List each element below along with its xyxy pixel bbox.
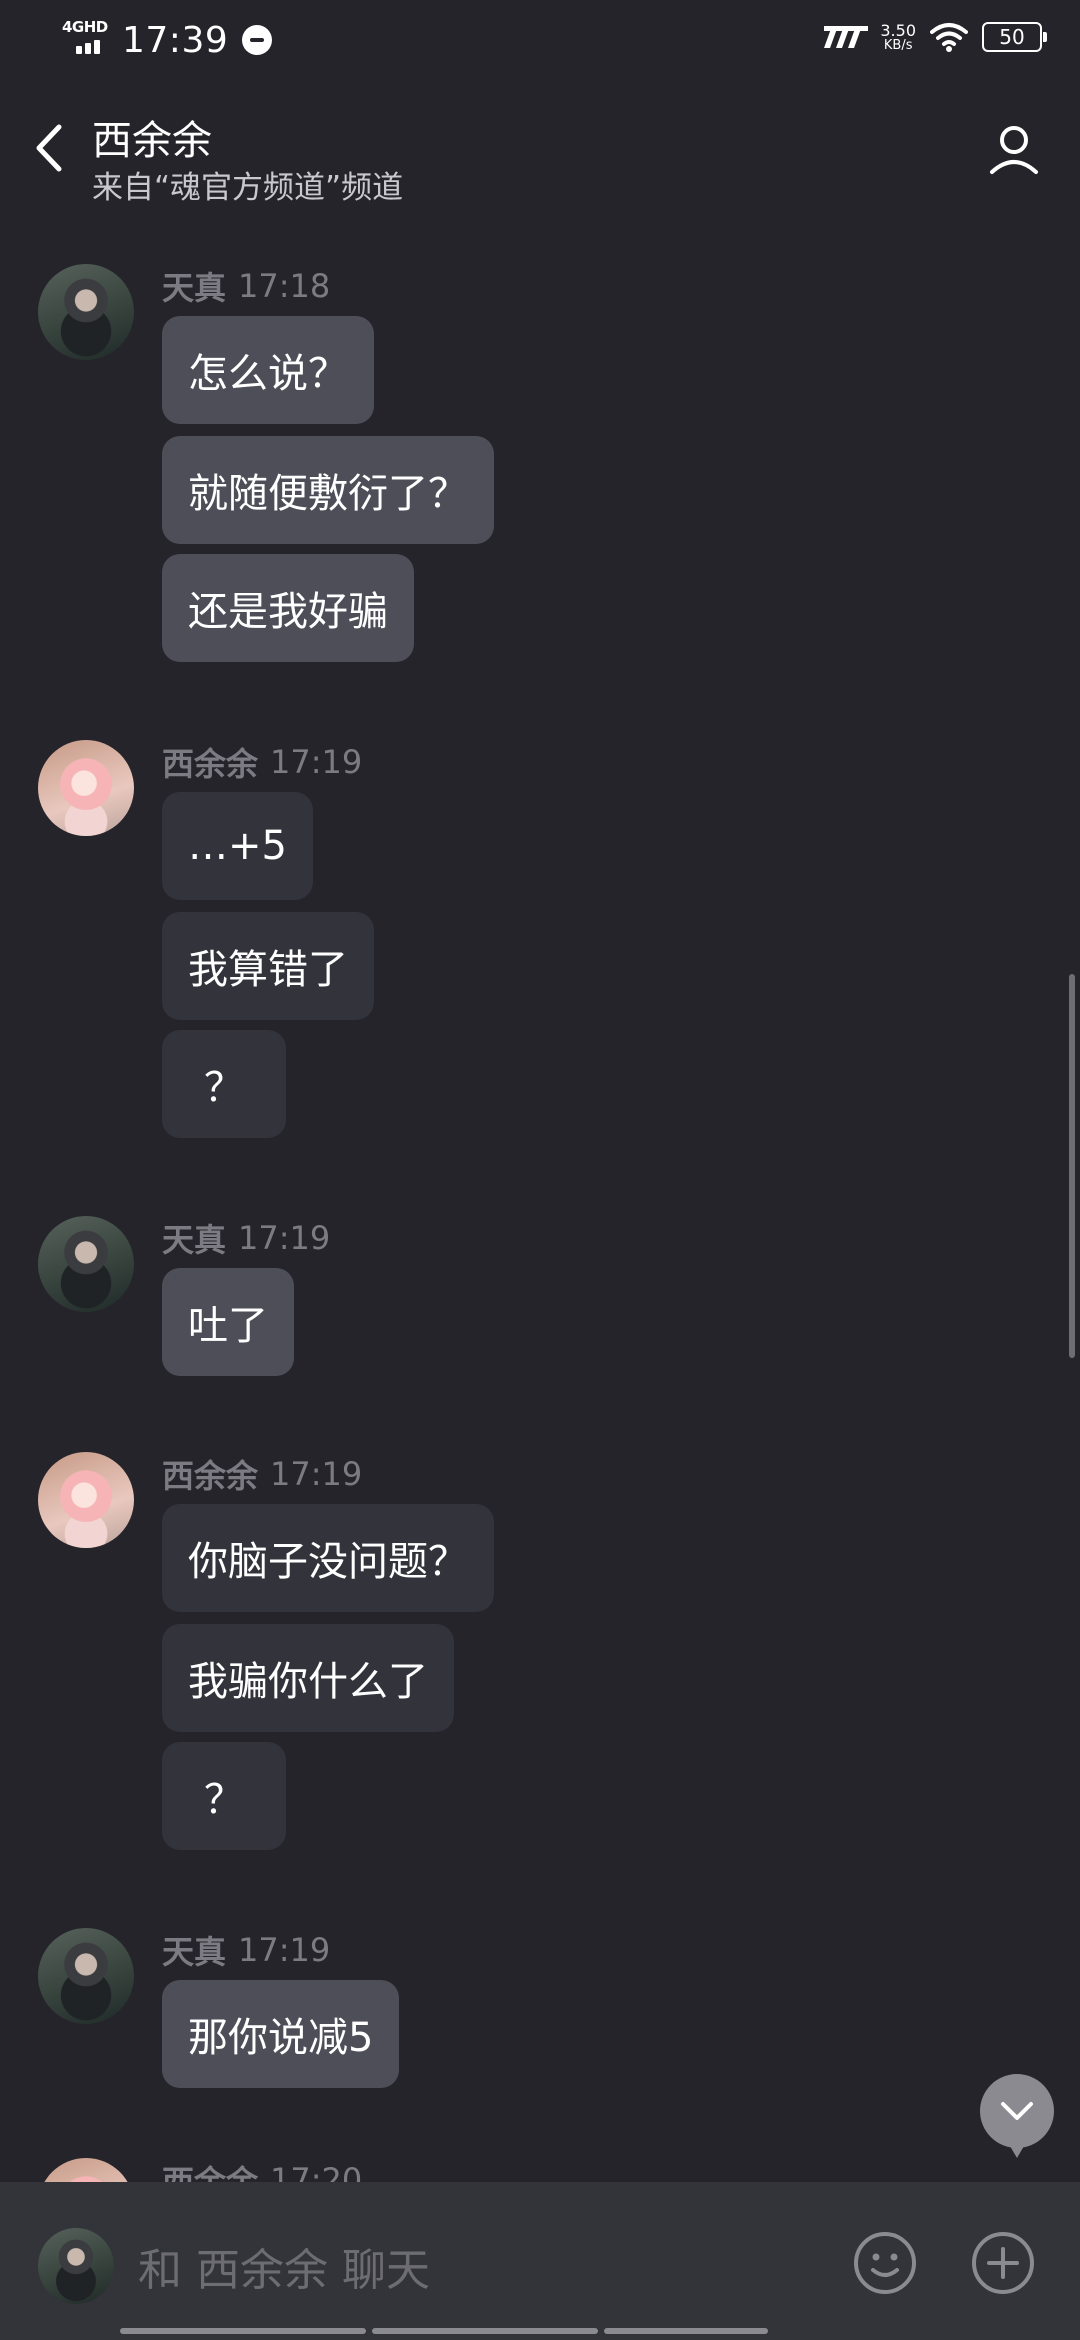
message-bubble[interactable]: 我骗你什么了	[162, 1624, 454, 1732]
gesture-bar	[120, 2328, 768, 2334]
page-title: 西余余	[92, 118, 212, 164]
sender-name: 天真	[162, 1221, 227, 1259]
message-input-placeholder: 和 西余余 聊天	[138, 2245, 430, 2296]
plus-circle-icon	[972, 2232, 1034, 2294]
battery-icon: 50	[982, 22, 1047, 52]
sender-line: 西余余 17:19	[162, 740, 362, 784]
message-bubble[interactable]: ？	[162, 1742, 286, 1850]
sender-name: 西余余	[162, 2163, 259, 2182]
sender-line: 天真 17:19	[162, 1216, 330, 1260]
message-time: 17:19	[270, 1455, 363, 1493]
battery-level: 50	[999, 25, 1025, 49]
message-time: 17:19	[238, 1931, 331, 1969]
speed-value: 3.50	[880, 20, 916, 40]
message-group: 天真 17:18 怎么说？ 就随便敷衍了？ 还是我好骗	[0, 264, 1000, 674]
chevron-left-icon	[36, 124, 62, 172]
message-bubble[interactable]: 怎么说？	[162, 316, 374, 424]
more-actions-button[interactable]	[970, 2230, 1036, 2296]
profile-button[interactable]	[986, 122, 1042, 178]
message-group: 天真 17:19 吐了	[0, 1216, 1000, 1390]
message-group: 西余余 17:20	[0, 2158, 1000, 2182]
message-bubble[interactable]: 就随便敷衍了？	[162, 436, 494, 544]
person-icon	[990, 126, 1038, 174]
message-bubble[interactable]: …+5	[162, 792, 313, 900]
message-time: 17:19	[238, 1219, 331, 1257]
smiley-icon	[854, 2232, 916, 2294]
status-left: 4GHD 17:39	[62, 18, 273, 62]
sender-line: 天真 17:18	[162, 264, 330, 308]
message-time: 17:19	[270, 743, 363, 781]
network-type: 4GHD	[62, 18, 108, 36]
sender-line: 西余余 17:20	[162, 2158, 362, 2182]
avatar[interactable]	[38, 264, 134, 360]
chat-header: 西余余 来自“魂官方频道”频道	[0, 84, 1080, 214]
message-bubble[interactable]: 吐了	[162, 1268, 294, 1376]
message-group: 西余余 17:19 …+5 我算错了 ？	[0, 740, 1000, 1150]
sender-name: 西余余	[162, 1457, 259, 1495]
wifi-icon	[930, 23, 968, 52]
cellular-signal-icon: 4GHD	[62, 18, 112, 62]
avatar[interactable]	[38, 1452, 134, 1548]
sender-name: 西余余	[162, 745, 259, 783]
scroll-to-bottom-button[interactable]	[980, 2074, 1054, 2158]
message-bubble[interactable]: 还是我好骗	[162, 554, 414, 662]
avatar[interactable]	[38, 1216, 134, 1312]
emoji-button[interactable]	[852, 2230, 918, 2296]
sender-name: 天真	[162, 269, 227, 307]
status-right: 3.50 KB/s 50	[822, 20, 1047, 53]
avatar[interactable]	[38, 2158, 134, 2182]
chevron-down-icon	[1001, 2102, 1033, 2120]
message-bubble[interactable]: ？	[162, 1030, 286, 1138]
sender-name: 天真	[162, 1933, 227, 1971]
avatar[interactable]	[38, 740, 134, 836]
scrollbar-thumb[interactable]	[1069, 974, 1075, 1358]
message-time: 17:18	[238, 267, 331, 305]
message-group: 天真 17:19 那你说减5	[0, 1928, 1000, 2102]
message-bubble[interactable]: 那你说减5	[162, 1980, 400, 2088]
message-composer: 和 西余余 聊天	[0, 2182, 1080, 2340]
network-speed: 3.50 KB/s	[880, 20, 916, 53]
speed-unit: KB/s	[883, 37, 913, 53]
message-bubble[interactable]: 你脑子没问题？	[162, 1504, 494, 1612]
message-input[interactable]: 和 西余余 聊天	[138, 2234, 798, 2298]
avatar[interactable]	[38, 1928, 134, 2024]
sender-line: 天真 17:19	[162, 1928, 330, 1972]
status-bar: 4GHD 17:39 3.50 KB/s 50	[0, 0, 1080, 84]
message-time: 17:20	[270, 2161, 363, 2182]
sender-line: 西余余 17:19	[162, 1452, 362, 1496]
chat-messages[interactable]: 天真 17:18 怎么说？ 就随便敷衍了？ 还是我好骗 西余余 17:19 …+…	[0, 214, 1080, 2182]
status-time: 17:39	[122, 19, 229, 61]
message-group: 西余余 17:19 你脑子没问题？ 我骗你什么了 ？	[0, 1452, 1000, 1862]
self-avatar[interactable]	[38, 2228, 114, 2304]
hd-signal-icon	[824, 26, 869, 48]
audio-notification-icon	[242, 25, 273, 55]
message-bubble[interactable]: 我算错了	[162, 912, 374, 1020]
page-subtitle: 来自“魂官方频道”频道	[92, 170, 404, 206]
back-button[interactable]	[28, 118, 68, 178]
